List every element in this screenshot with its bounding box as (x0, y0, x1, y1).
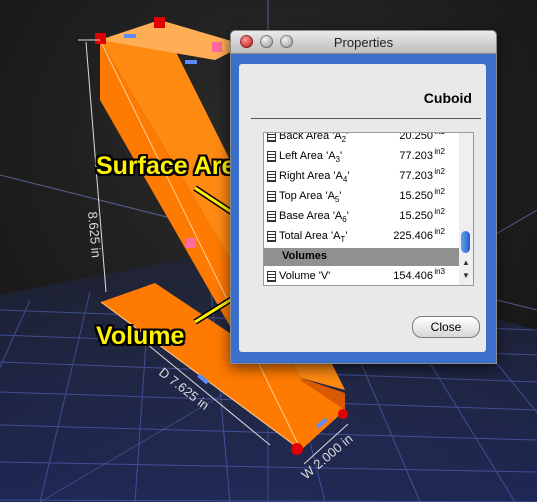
window-frame: Cuboid Back Area 'A2'20.250in2Left Area … (231, 54, 496, 363)
property-label: Base Area 'A6' (279, 210, 349, 225)
document-icon (267, 171, 276, 182)
scroll-up-icon[interactable]: ▲ (460, 257, 472, 269)
corner-handle[interactable] (291, 443, 303, 455)
property-unit: in2 (434, 227, 445, 236)
property-unit: in2 (434, 187, 445, 196)
volume-callout: Volume (96, 322, 185, 350)
edge-handle[interactable] (185, 60, 197, 64)
property-row[interactable]: Top Area 'A5' 15.250 in2 (264, 187, 459, 207)
surface-area-callout: Surface Area (96, 152, 250, 180)
properties-list[interactable]: Back Area 'A2'20.250in2Left Area 'A3'77.… (263, 132, 460, 286)
edge-handle[interactable] (124, 34, 136, 38)
property-unit: in2 (434, 167, 445, 176)
property-label: Total Area 'AT' (279, 230, 348, 245)
document-icon (267, 271, 276, 282)
corner-handle[interactable] (338, 409, 348, 419)
property-value: 154.406 (393, 270, 433, 282)
property-label: Right Area 'A4' (279, 170, 350, 185)
corner-handle[interactable] (154, 17, 165, 28)
scroll-down-icon[interactable]: ▼ (460, 270, 472, 282)
property-row[interactable]: Volume 'V' 154.406 in3 (264, 267, 459, 285)
document-icon (267, 211, 276, 222)
window-titlebar[interactable]: Properties (231, 31, 496, 54)
property-label: Back Area 'A2' (279, 132, 349, 145)
section-label: Volumes (282, 250, 328, 262)
document-icon (267, 231, 276, 242)
volumes-section-header: Volumes (264, 248, 459, 266)
property-label: Volume 'V' (279, 270, 331, 282)
property-unit: in2 (434, 207, 445, 216)
property-row[interactable]: Left Area 'A3' 77.203 in2 (264, 147, 459, 167)
document-icon (267, 133, 276, 142)
property-value: 225.406 (393, 230, 433, 242)
property-value: 77.203 (399, 170, 433, 182)
property-value: 15.250 (399, 190, 433, 202)
property-label: Left Area 'A3' (279, 150, 343, 165)
property-unit: in2 (434, 147, 445, 156)
property-unit: in2 (434, 133, 445, 136)
center-handle[interactable] (186, 238, 196, 248)
property-value: 20.250 (399, 132, 433, 142)
scrollbar[interactable]: ▲ ▼ (459, 132, 474, 286)
property-unit: in3 (434, 267, 445, 276)
panel-heading: Cuboid (423, 90, 472, 106)
property-value: 77.203 (399, 150, 433, 162)
property-row[interactable]: Right Area 'A4' 77.203 in2 (264, 167, 459, 187)
property-label: Top Area 'A5' (279, 190, 342, 205)
corner-handle[interactable] (212, 42, 222, 52)
properties-panel: Cuboid Back Area 'A2'20.250in2Left Area … (239, 64, 486, 352)
divider (251, 118, 481, 119)
window-title: Properties (333, 35, 394, 50)
corner-handle[interactable] (95, 33, 106, 44)
scroll-thumb[interactable] (461, 231, 470, 253)
document-icon (267, 191, 276, 202)
property-row[interactable]: Total Area 'AT' 225.406 in2 (264, 227, 459, 247)
close-button[interactable]: Close (412, 316, 480, 338)
document-icon (267, 151, 276, 162)
properties-window[interactable]: Properties Cuboid Back Area 'A2'20.250in… (230, 30, 497, 364)
property-value: 15.250 (399, 210, 433, 222)
property-row[interactable]: Back Area 'A2' 20.250in2 (264, 132, 459, 147)
property-row[interactable]: Base Area 'A6' 15.250 in2 (264, 207, 459, 227)
